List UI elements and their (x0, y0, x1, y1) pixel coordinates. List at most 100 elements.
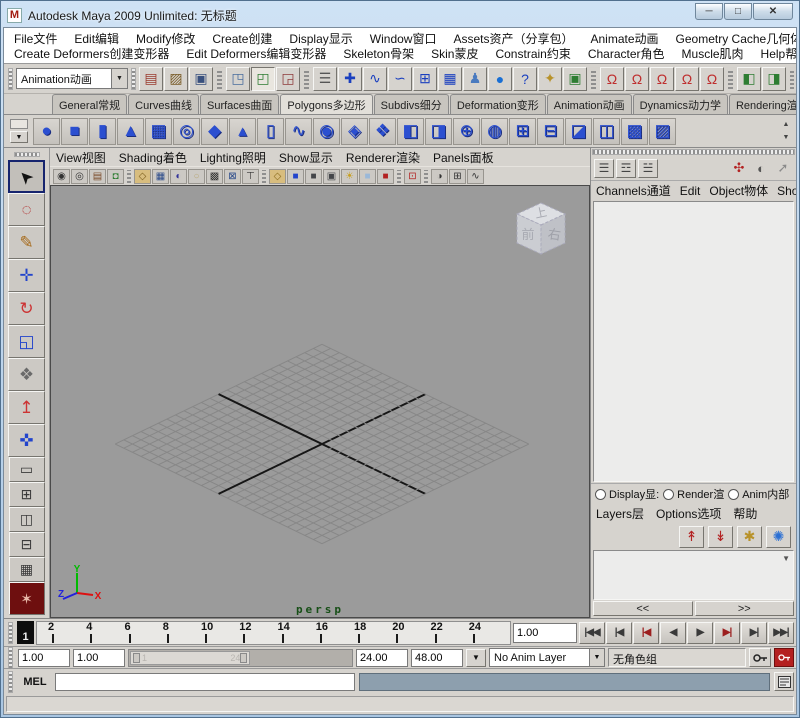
command-line-label[interactable]: MEL (19, 676, 51, 688)
chevron-down-icon[interactable]: ▼ (111, 69, 127, 88)
current-time-field[interactable] (513, 623, 577, 643)
shelf-item-button[interactable] (10, 119, 28, 129)
move-tool-icon[interactable]: ✚ (338, 67, 362, 91)
shelf-tab[interactable]: General常规 (52, 94, 127, 114)
soft-mod-tool[interactable]: ↥ (8, 391, 45, 424)
field-chart-icon[interactable]: ▩ (206, 169, 223, 184)
time-slider-grip[interactable] (8, 622, 13, 644)
shelf-menu-icon[interactable]: ▼ (10, 131, 28, 143)
layer-pager-next-button[interactable]: >> (695, 601, 795, 616)
command-line-grip[interactable] (8, 671, 13, 693)
toolbar-separator[interactable] (790, 69, 794, 89)
polygon-prism-icon[interactable]: ◆ (201, 118, 228, 145)
playback-start-field[interactable] (73, 649, 125, 667)
step-back-key-button[interactable]: |◀ (633, 622, 659, 644)
animation-end-field[interactable] (411, 649, 463, 667)
range-slider-bar[interactable]: 1 24 (130, 651, 250, 665)
panel-separator[interactable] (397, 170, 401, 183)
polygon-cone-icon[interactable]: ▲ (117, 118, 144, 145)
chevron-down-icon[interactable]: ▼ (589, 649, 604, 666)
select-arrow-icon[interactable]: ➚ (773, 159, 793, 178)
camera-icon[interactable]: ◉ (53, 169, 70, 184)
auto-keyframe-toggle-icon[interactable] (774, 648, 794, 667)
channel-menu-item[interactable]: Show (777, 184, 797, 198)
shelf-tab[interactable]: Polygons多边形 (280, 94, 372, 114)
right-panel-grip[interactable] (592, 149, 795, 155)
menu-item[interactable]: Create Deformers创建变形器 (14, 45, 169, 62)
extrude-icon[interactable]: ⊞ (509, 118, 536, 145)
shelf-tab[interactable]: Rendering渲染 (729, 94, 797, 114)
use-default-material-icon[interactable]: ○ (188, 169, 205, 184)
shelf-tab[interactable]: Subdivs细分 (374, 94, 449, 114)
channel-speed-mode-icon[interactable]: ☲ (616, 159, 636, 178)
resolution-gate-icon[interactable]: ⊠ (224, 169, 241, 184)
panel-separator[interactable] (262, 170, 266, 183)
selection-mask-icon[interactable]: ☰ (313, 67, 337, 91)
single-pane-layout-button[interactable]: ▭ (9, 457, 45, 482)
outliner-persp-layout-button[interactable]: ◫ (9, 507, 45, 532)
polygon-pipe-icon[interactable]: ▯ (257, 118, 284, 145)
menu-item[interactable]: Edit Deformers编辑变形器 (186, 45, 326, 62)
texture-placement-icon[interactable]: ■ (377, 169, 394, 184)
character-set-field[interactable]: 无角色组 (608, 648, 746, 667)
bounding-box-icon[interactable]: ▣ (323, 169, 340, 184)
scale-tool[interactable]: ◱ (8, 325, 45, 358)
paint-select-tool[interactable]: ✎ (8, 226, 45, 259)
curve-tool-icon[interactable]: ∿ (363, 67, 387, 91)
reduce-icon[interactable]: ▩ (621, 118, 648, 145)
grid-layout-icon[interactable]: ▦ (438, 67, 462, 91)
current-tool-button[interactable]: ✶ (9, 582, 45, 615)
persp-graph-layout-button[interactable]: ⊟ (9, 532, 45, 557)
extract-icon[interactable]: ◨ (425, 118, 452, 145)
move-tool[interactable]: ✛ (8, 259, 45, 292)
title-bar[interactable]: M Autodesk Maya 2009 Unlimited: 无标题 ─ □ … (3, 3, 797, 27)
image-plane-icon[interactable]: ◑ (431, 169, 448, 184)
new-layer-with-selected-icon[interactable]: ✺ (766, 526, 791, 548)
animation-start-field[interactable] (18, 649, 70, 667)
layer-pager-prev-button[interactable]: << (593, 601, 693, 616)
smooth-shade-icon[interactable]: ■ (287, 169, 304, 184)
panel-menu-item[interactable]: Panels面板 (433, 149, 494, 166)
new-scene-icon[interactable]: ▤ (139, 67, 163, 91)
view-frame-icon[interactable]: ⊞ (449, 169, 466, 184)
playback-options-chevron-down-icon[interactable]: ▼ (466, 649, 486, 667)
shaded-icon[interactable]: ▦ (152, 169, 169, 184)
range-end-handle[interactable] (240, 653, 247, 663)
script-editor-icon[interactable] (774, 672, 794, 691)
go-to-start-button[interactable]: |◀◀ (579, 622, 605, 644)
snap-to-points-icon[interactable]: Ω (650, 67, 674, 91)
save-view-icon[interactable]: ◘ (107, 169, 124, 184)
character-icon[interactable]: ♟ (463, 67, 487, 91)
bookmark-icon[interactable]: ▤ (89, 169, 106, 184)
output-connections-icon[interactable]: ◨ (762, 67, 786, 91)
separate-icon[interactable]: ◧ (397, 118, 424, 145)
command-line-input[interactable] (55, 673, 355, 691)
toolbar-separator[interactable] (217, 69, 222, 89)
menu-item[interactable]: Muscle肌肉 (682, 45, 744, 62)
move-layer-down-icon[interactable]: ↡ (708, 526, 733, 548)
snap-to-curves-icon[interactable]: Ω (625, 67, 649, 91)
window-icon[interactable]: ⊞ (413, 67, 437, 91)
four-pane-layout-button[interactable]: ⊞ (9, 482, 45, 507)
polygon-platonic-icon[interactable]: ◈ (341, 118, 368, 145)
lights-icon[interactable]: ☀ (341, 169, 358, 184)
channel-menu-item[interactable]: Channels通道 (596, 182, 671, 199)
show-manipulator-tool[interactable]: ✜ (8, 424, 45, 457)
new-empty-layer-icon[interactable]: ✱ (737, 526, 762, 548)
layer-menu-item[interactable]: Options选项 (656, 505, 721, 522)
menu-item[interactable]: Character角色 (588, 45, 665, 62)
range-start-handle[interactable] (133, 653, 140, 663)
lock-icon[interactable]: ✦ (538, 67, 562, 91)
polygon-plane-icon[interactable]: ▦ (145, 118, 172, 145)
step-forward-key-button[interactable]: ▶| (714, 622, 740, 644)
make-live-icon[interactable]: ▣ (563, 67, 587, 91)
flat-shade-icon[interactable]: ■ (305, 169, 322, 184)
snap-magnet-icon[interactable]: Ω (700, 67, 724, 91)
playback-end-field[interactable] (356, 649, 408, 667)
select-by-component-icon[interactable]: ◲ (276, 67, 300, 91)
viewport-canvas[interactable]: 上 前 右 Y X Z persp (50, 185, 590, 618)
shelf-tab[interactable]: Deformation变形 (450, 94, 546, 114)
polygon-torus-icon[interactable]: ◎ (173, 118, 200, 145)
shelf-scroll-up-icon[interactable]: ▲ (783, 121, 790, 128)
surface-tool-icon[interactable]: ∽ (388, 67, 412, 91)
